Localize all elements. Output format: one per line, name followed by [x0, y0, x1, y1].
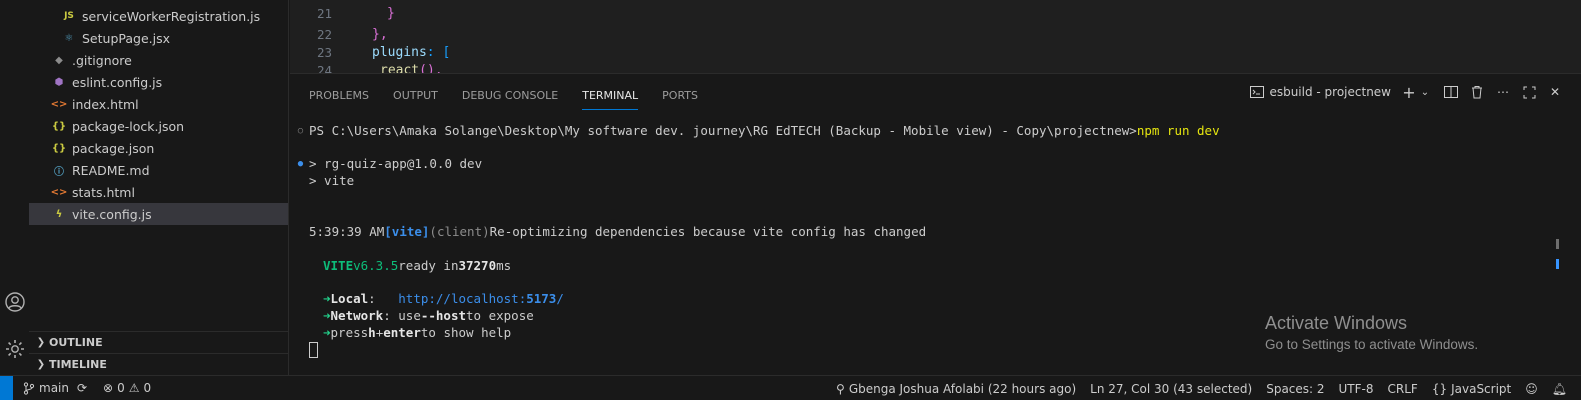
- file-item[interactable]: ⬢ eslint.config.js: [29, 71, 288, 93]
- vite-file-icon: ϟ: [55, 208, 63, 220]
- activity-bar: [0, 0, 29, 375]
- branch-indicator[interactable]: main: [23, 381, 69, 395]
- indentation[interactable]: Spaces: 2: [1266, 382, 1324, 396]
- git-branch-icon: [23, 381, 35, 395]
- file-item-selected[interactable]: ϟ vite.config.js: [29, 203, 288, 225]
- tab-output[interactable]: OUTPUT: [393, 84, 438, 106]
- panel-tabs: PROBLEMS OUTPUT DEBUG CONSOLE TERMINAL P…: [309, 84, 722, 110]
- localhost-link[interactable]: http://localhost:5173/: [398, 291, 564, 306]
- terminal-line: VITE v6.3.5 ready in 37270 ms: [323, 258, 512, 273]
- file-name: SetupPage.jsx: [82, 30, 171, 46]
- terminal-cursor: [309, 341, 318, 358]
- warning-icon: ⚠: [128, 381, 140, 395]
- json-file-icon: {}: [51, 120, 67, 132]
- line-number: 23: [316, 44, 332, 60]
- error-icon: ⊗: [103, 381, 114, 395]
- code-editor[interactable]: 21 } 22 }, 23 plugins: [ 24 react(),: [290, 0, 1581, 73]
- tab-ports[interactable]: PORTS: [662, 84, 698, 106]
- json-file-icon: {}: [51, 142, 67, 154]
- file-item[interactable]: ⚛ SetupPage.jsx: [29, 27, 288, 49]
- file-name: eslint.config.js: [72, 74, 163, 90]
- file-item[interactable]: <> stats.html: [29, 181, 288, 203]
- react-file-icon: ⚛: [64, 32, 74, 44]
- tab-problems[interactable]: PROBLEMS: [309, 84, 369, 106]
- trash-icon[interactable]: [1469, 84, 1485, 100]
- account-icon[interactable]: [0, 289, 29, 315]
- line-number: 22: [316, 26, 332, 42]
- eslint-file-icon: ⬢: [54, 76, 64, 88]
- html-file-icon: <>: [50, 186, 68, 198]
- terminal-icon: [1249, 84, 1265, 100]
- activate-windows-watermark: Activate Windows Go to Settings to activ…: [1265, 313, 1479, 352]
- line-number: 21: [316, 5, 332, 21]
- scrollbar-marker-active: [1556, 259, 1559, 269]
- status-bar: main ⟳ ⊗ 0 ⚠ 0 ⚲ Gbenga Joshua Afolabi (…: [0, 375, 1581, 400]
- panel-actions: esbuild - projectnew + ⌄ ⋯ ✕: [1249, 82, 1563, 102]
- terminal-line: ➜ Network: use --host to expose: [323, 308, 534, 323]
- copilot-icon[interactable]: ☺: [1525, 382, 1538, 396]
- file-name: index.html: [72, 96, 139, 112]
- file-item[interactable]: {} package-lock.json: [29, 115, 288, 137]
- code-line: 24 react(),: [290, 59, 1581, 74]
- person-icon: ⚲: [836, 381, 845, 396]
- outline-section-header[interactable]: ❯ OUTLINE: [29, 331, 288, 353]
- encoding[interactable]: UTF-8: [1339, 382, 1374, 396]
- code-line: 21 }: [290, 2, 1581, 24]
- terminal-line: ● > rg-quiz-app@1.0.0 dev: [297, 156, 483, 171]
- terminal-line: > vite: [309, 173, 355, 188]
- js-file-icon: JS: [64, 11, 74, 21]
- file-name: stats.html: [72, 184, 135, 200]
- git-blame[interactable]: ⚲ Gbenga Joshua Afolabi (22 hours ago): [836, 382, 1076, 396]
- chevron-down-icon[interactable]: ⌄: [1417, 84, 1433, 100]
- html-file-icon: <>: [50, 98, 68, 110]
- file-name: vite.config.js: [72, 206, 152, 222]
- split-icon[interactable]: [1443, 84, 1459, 100]
- gear-icon[interactable]: [0, 336, 29, 362]
- file-name: serviceWorkerRegistration.js: [82, 8, 261, 24]
- braces-icon: {}: [1431, 381, 1448, 396]
- file-name: package.json: [72, 140, 155, 156]
- file-item[interactable]: JS serviceWorkerRegistration.js: [29, 5, 288, 27]
- circle-outline-icon: ○: [297, 125, 304, 136]
- problems-indicator[interactable]: ⊗ 0 ⚠ 0: [103, 381, 151, 395]
- git-file-icon: ◆: [55, 54, 63, 66]
- remote-indicator[interactable]: [0, 375, 13, 400]
- terminal-line: ○ PS C:\Users\Amaka Solange\Desktop\My so…: [297, 123, 1220, 138]
- close-icon[interactable]: ✕: [1547, 84, 1563, 100]
- plus-icon[interactable]: +: [1401, 83, 1417, 102]
- file-tree: JS serviceWorkerRegistration.js ⚛ SetupP…: [29, 5, 288, 225]
- arrow-right-icon: ➜: [323, 325, 331, 340]
- chevron-right-icon: ❯: [36, 359, 46, 370]
- circle-filled-icon: ●: [297, 158, 304, 169]
- line-number: 24: [316, 62, 332, 74]
- language-mode[interactable]: {} JavaScript: [1432, 382, 1511, 396]
- file-name: package-lock.json: [72, 118, 185, 134]
- info-file-icon: ⓘ: [54, 166, 64, 178]
- tab-debug-console[interactable]: DEBUG CONSOLE: [462, 84, 558, 106]
- file-item[interactable]: {} package.json: [29, 137, 288, 159]
- arrow-right-icon: ➜: [323, 291, 331, 306]
- terminal-selector[interactable]: esbuild - projectnew: [1249, 84, 1391, 100]
- file-item[interactable]: <> index.html: [29, 93, 288, 115]
- terminal-line: 5:39:39 AM [vite] (client) Re-optimizing…: [309, 224, 927, 239]
- file-item[interactable]: ◆ .gitignore: [29, 49, 288, 71]
- chevron-right-icon: ❯: [36, 337, 46, 348]
- arrow-right-icon: ➜: [323, 308, 331, 323]
- tab-terminal[interactable]: TERMINAL: [582, 84, 638, 110]
- terminal-line: ➜ press h + enter to show help: [323, 325, 512, 340]
- line-ending[interactable]: CRLF: [1388, 382, 1418, 396]
- sync-icon[interactable]: ⟳: [77, 381, 87, 395]
- terminal-line: ➜ Local: http://localhost:5173/: [323, 291, 564, 306]
- maximize-icon[interactable]: [1521, 84, 1537, 100]
- file-item[interactable]: ⓘ README.md: [29, 159, 288, 181]
- timeline-section-header[interactable]: ❯ TIMELINE: [29, 353, 288, 375]
- file-name: README.md: [72, 162, 150, 178]
- file-name: .gitignore: [72, 52, 132, 68]
- notifications-icon[interactable]: 🔔︎: [1552, 382, 1567, 396]
- more-icon[interactable]: ⋯: [1495, 84, 1511, 100]
- explorer-sidebar: JS serviceWorkerRegistration.js ⚛ SetupP…: [29, 0, 289, 375]
- cursor-position[interactable]: Ln 27, Col 30 (43 selected): [1090, 382, 1252, 396]
- scrollbar-marker: [1556, 239, 1559, 249]
